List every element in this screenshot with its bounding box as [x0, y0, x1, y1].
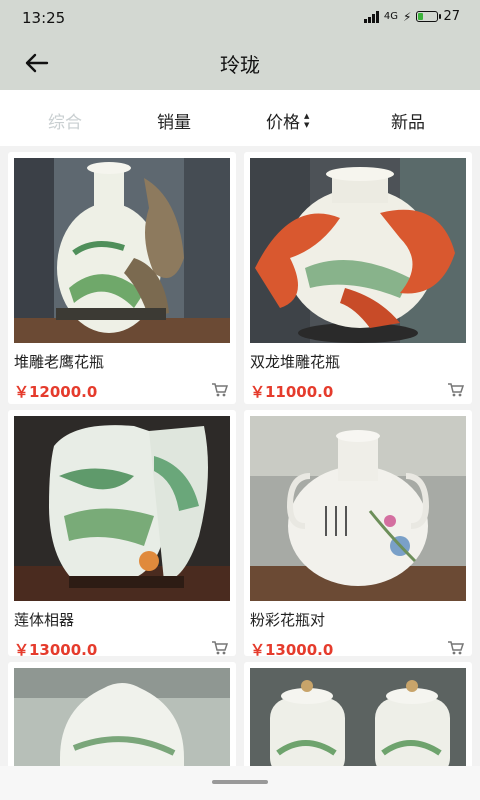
tab-new[interactable]: 新品: [391, 108, 425, 133]
charging-icon: ⚡: [403, 9, 412, 24]
battery-icon: [416, 11, 442, 22]
status-time: 13:25: [22, 9, 66, 27]
product-card[interactable]: 堆雕老鹰花瓶 ￥12000.0: [8, 152, 236, 404]
status-icons: 4G ⚡ 27: [363, 9, 460, 24]
product-price: ￥13000.0: [14, 641, 98, 656]
product-image: [14, 416, 230, 601]
cart-icon[interactable]: [448, 383, 464, 397]
product-name: 粉彩花瓶对: [250, 611, 326, 629]
home-gesture-bar[interactable]: [212, 780, 268, 784]
page-title: 玲珑: [220, 53, 260, 77]
cart-icon[interactable]: [212, 641, 228, 655]
product-image: [14, 158, 230, 343]
tab-label: 销量: [157, 113, 191, 133]
product-image: [250, 158, 466, 343]
product-name: 莲体相器: [14, 611, 75, 629]
product-image: [14, 668, 230, 772]
battery-percent: 27: [443, 9, 460, 24]
top-nav-bar: 玲珑: [0, 36, 480, 90]
network-label: 4G: [383, 11, 399, 22]
product-card[interactable]: 莲体相器 ￥13000.0: [8, 410, 236, 656]
sort-toggle-icon: ▲ ▼: [304, 111, 310, 129]
product-card[interactable]: [8, 662, 236, 772]
product-card[interactable]: 双龙堆雕花瓶 ￥11000.0: [244, 152, 472, 404]
tab-label: 综合: [48, 113, 82, 133]
tab-sales[interactable]: 销量: [157, 108, 191, 133]
product-price: ￥11000.0: [250, 383, 334, 401]
product-image: [250, 416, 466, 601]
cart-icon[interactable]: [212, 383, 228, 397]
product-card[interactable]: 粉彩花瓶对 ￥13000.0: [244, 410, 472, 656]
product-image: [250, 668, 466, 772]
product-name: 双龙堆雕花瓶: [250, 353, 341, 371]
product-card[interactable]: [244, 662, 472, 772]
product-price: ￥12000.0: [14, 383, 98, 401]
tab-label: 价格: [266, 113, 300, 133]
product-price: ￥13000.0: [250, 641, 334, 656]
tab-label: 新品: [391, 113, 425, 133]
tab-comprehensive[interactable]: 综合: [48, 108, 82, 133]
tab-price[interactable]: 价格 ▲ ▼: [266, 108, 309, 133]
signal-icon: [363, 10, 379, 23]
cart-icon[interactable]: [448, 641, 464, 655]
filter-tabs: 综合 销量 价格 ▲ ▼ 新品: [0, 90, 480, 146]
product-name: 堆雕老鹰花瓶: [14, 353, 105, 371]
status-bar: 13:25 4G ⚡ 27: [0, 0, 480, 36]
